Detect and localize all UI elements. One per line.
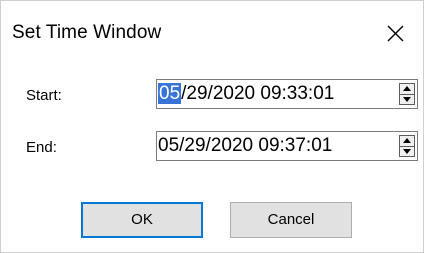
close-icon[interactable] <box>387 25 404 42</box>
end-spin-up-button[interactable] <box>400 136 414 146</box>
arrow-down-icon <box>403 97 411 102</box>
start-datetime-picker[interactable]: 05/29/2020 09:33:01 <box>156 79 418 109</box>
ok-button[interactable]: OK <box>81 202 203 238</box>
end-spin-down-button[interactable] <box>400 146 414 157</box>
arrow-up-icon <box>403 138 411 143</box>
arrow-down-icon <box>403 149 411 154</box>
end-datetime-picker[interactable]: 05/29/2020 09:37:01 <box>156 131 418 161</box>
end-datetime-value[interactable]: 05/29/2020 09:37:01 <box>158 135 332 157</box>
set-time-window-dialog: Set Time Window Start: 05/29/2020 09:33:… <box>0 0 424 253</box>
start-spin-down-button[interactable] <box>400 94 414 105</box>
end-label: End: <box>26 139 57 156</box>
cancel-button[interactable]: Cancel <box>230 202 352 238</box>
start-label: Start: <box>26 87 62 104</box>
start-month-segment-selected[interactable]: 05 <box>158 83 182 104</box>
start-datetime-value[interactable]: 05/29/2020 09:33:01 <box>158 83 334 105</box>
dialog-title: Set Time Window <box>12 22 162 43</box>
start-datetime-rest[interactable]: /29/2020 09:33:01 <box>181 83 334 104</box>
end-spinner[interactable] <box>399 135 415 157</box>
start-spinner[interactable] <box>399 83 415 105</box>
start-spin-up-button[interactable] <box>400 84 414 94</box>
arrow-up-icon <box>403 86 411 91</box>
